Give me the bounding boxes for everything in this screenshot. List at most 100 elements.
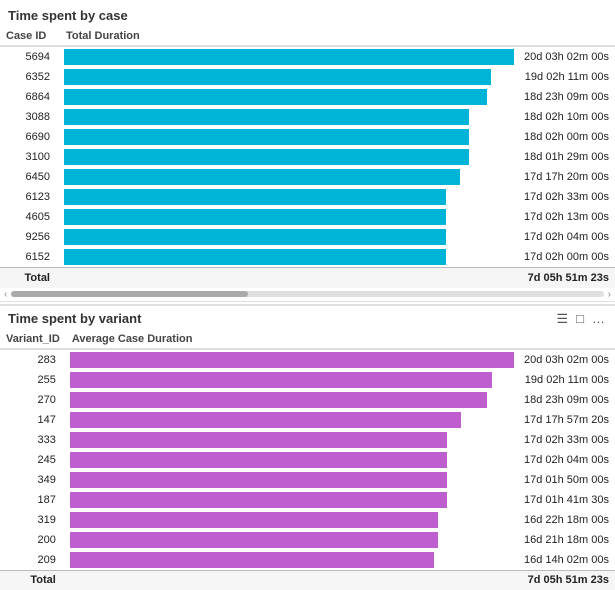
table-row: 283 20d 03h 02m 00s: [0, 349, 615, 370]
case-id-cell: 4605: [0, 207, 60, 227]
variant-bar-cell: [66, 370, 518, 390]
case-bar: [64, 149, 469, 165]
variant-bar: [70, 512, 439, 528]
scroll-left-arrow[interactable]: ‹: [4, 289, 7, 300]
case-id-cell: 6864: [0, 87, 60, 107]
variant-duration-cell: 18d 23h 09m 00s: [518, 390, 615, 410]
expand-icon[interactable]: □: [574, 310, 586, 327]
col-avg-duration: Average Case Duration: [66, 330, 518, 349]
table-row: 5694 20d 03h 02m 00s: [0, 46, 615, 67]
table-row: 270 18d 23h 09m 00s: [0, 390, 615, 410]
variant-table: Variant_ID Average Case Duration 283 20d…: [0, 330, 615, 590]
case-duration-cell: 17d 02h 33m 00s: [518, 187, 615, 207]
variant-total-value: 7d 05h 51m 23s: [518, 570, 615, 590]
variant-section-header: Time spent by variant ☰ □ …: [0, 306, 615, 330]
variant-id-cell: 147: [0, 410, 66, 430]
scroll-thumb[interactable]: [11, 291, 248, 297]
variant-id-cell: 270: [0, 390, 66, 410]
case-duration-cell: 19d 02h 11m 00s: [518, 67, 615, 87]
variant-bar: [70, 552, 434, 568]
case-duration-cell: 17d 02h 13m 00s: [518, 207, 615, 227]
case-bar-cell: [60, 167, 518, 187]
table-row: 6152 17d 02h 00m 00s: [0, 247, 615, 268]
table-row: 6450 17d 17h 20m 00s: [0, 167, 615, 187]
variant-bar: [70, 452, 448, 468]
variant-id-cell: 349: [0, 470, 66, 490]
col-total-duration: Total Duration: [60, 27, 518, 46]
variant-bar: [70, 432, 448, 448]
variant-bar: [70, 532, 439, 548]
case-table-body: 5694 20d 03h 02m 00s 6352 19d 02h 11m 00…: [0, 46, 615, 288]
variant-duration-cell: 17d 02h 33m 00s: [518, 430, 615, 450]
total-bar: [60, 268, 518, 288]
col-variant-id: Variant_ID: [0, 330, 66, 349]
section-action-icons: ☰ □ …: [554, 310, 607, 328]
variant-duration-cell: 20d 03h 02m 00s: [518, 349, 615, 370]
variant-id-cell: 209: [0, 550, 66, 571]
variant-duration-cell: 17d 17h 57m 20s: [518, 410, 615, 430]
filter-icon[interactable]: ☰: [554, 310, 570, 328]
table-row: 147 17d 17h 57m 20s: [0, 410, 615, 430]
variant-duration-cell: 16d 14h 02m 00s: [518, 550, 615, 571]
variant-duration-cell: 17d 01h 41m 30s: [518, 490, 615, 510]
scroll-track[interactable]: [11, 291, 603, 297]
total-label: Total: [0, 268, 60, 288]
variant-id-cell: 319: [0, 510, 66, 530]
variant-bar-cell: [66, 490, 518, 510]
more-icon[interactable]: …: [590, 310, 607, 327]
case-bar: [64, 69, 491, 85]
case-bar-cell: [60, 187, 518, 207]
table-row: 200 16d 21h 18m 00s: [0, 530, 615, 550]
table-row: 3088 18d 02h 10m 00s: [0, 107, 615, 127]
variant-bar: [70, 412, 461, 428]
variant-total-row: Total 7d 05h 51m 23s: [0, 570, 615, 590]
variant-duration-cell: 16d 22h 18m 00s: [518, 510, 615, 530]
total-row: Total 7d 05h 51m 23s: [0, 268, 615, 288]
variant-table-body: 283 20d 03h 02m 00s 255 19d 02h 11m 00s …: [0, 349, 615, 590]
table-row: 3100 18d 01h 29m 00s: [0, 147, 615, 167]
case-id-cell: 6450: [0, 167, 60, 187]
variant-bar: [70, 492, 448, 508]
case-id-cell: 3100: [0, 147, 60, 167]
table-row: 6352 19d 02h 11m 00s: [0, 67, 615, 87]
section-variant: Time spent by variant ☰ □ … Variant_ID A…: [0, 304, 615, 590]
table-row: 333 17d 02h 33m 00s: [0, 430, 615, 450]
table-row: 187 17d 01h 41m 30s: [0, 490, 615, 510]
col-spacer: [518, 27, 615, 46]
case-bar-cell: [60, 147, 518, 167]
table-row: 319 16d 22h 18m 00s: [0, 510, 615, 530]
case-bar: [64, 49, 514, 65]
case-bar-cell: [60, 67, 518, 87]
variant-bar-cell: [66, 349, 518, 370]
variant-bar-cell: [66, 470, 518, 490]
table-row: 255 19d 02h 11m 00s: [0, 370, 615, 390]
section-title-case: Time spent by case: [0, 6, 615, 27]
case-duration-cell: 17d 02h 00m 00s: [518, 247, 615, 268]
variant-bar: [70, 392, 488, 408]
case-bar-cell: [60, 107, 518, 127]
table-row: 9256 17d 02h 04m 00s: [0, 227, 615, 247]
variant-bar-cell: [66, 390, 518, 410]
variant-duration-cell: 17d 01h 50m 00s: [518, 470, 615, 490]
variant-id-cell: 283: [0, 349, 66, 370]
case-id-cell: 6152: [0, 247, 60, 268]
variant-id-cell: 245: [0, 450, 66, 470]
case-id-cell: 5694: [0, 46, 60, 67]
case-scroll-bar[interactable]: ‹ ›: [0, 288, 615, 301]
case-id-cell: 6123: [0, 187, 60, 207]
case-bar: [64, 129, 469, 145]
variant-bar-cell: [66, 550, 518, 571]
variant-bar-cell: [66, 430, 518, 450]
variant-bar: [70, 372, 492, 388]
case-table-header: Case ID Total Duration: [0, 27, 615, 46]
case-duration-cell: 18d 02h 10m 00s: [518, 107, 615, 127]
case-id-cell: 6352: [0, 67, 60, 87]
case-bar: [64, 249, 446, 265]
table-row: 6864 18d 23h 09m 00s: [0, 87, 615, 107]
case-bar: [64, 189, 446, 205]
case-bar-cell: [60, 227, 518, 247]
scroll-right-arrow[interactable]: ›: [608, 289, 611, 300]
case-bar-cell: [60, 46, 518, 67]
variant-id-cell: 187: [0, 490, 66, 510]
case-duration-cell: 17d 17h 20m 00s: [518, 167, 615, 187]
